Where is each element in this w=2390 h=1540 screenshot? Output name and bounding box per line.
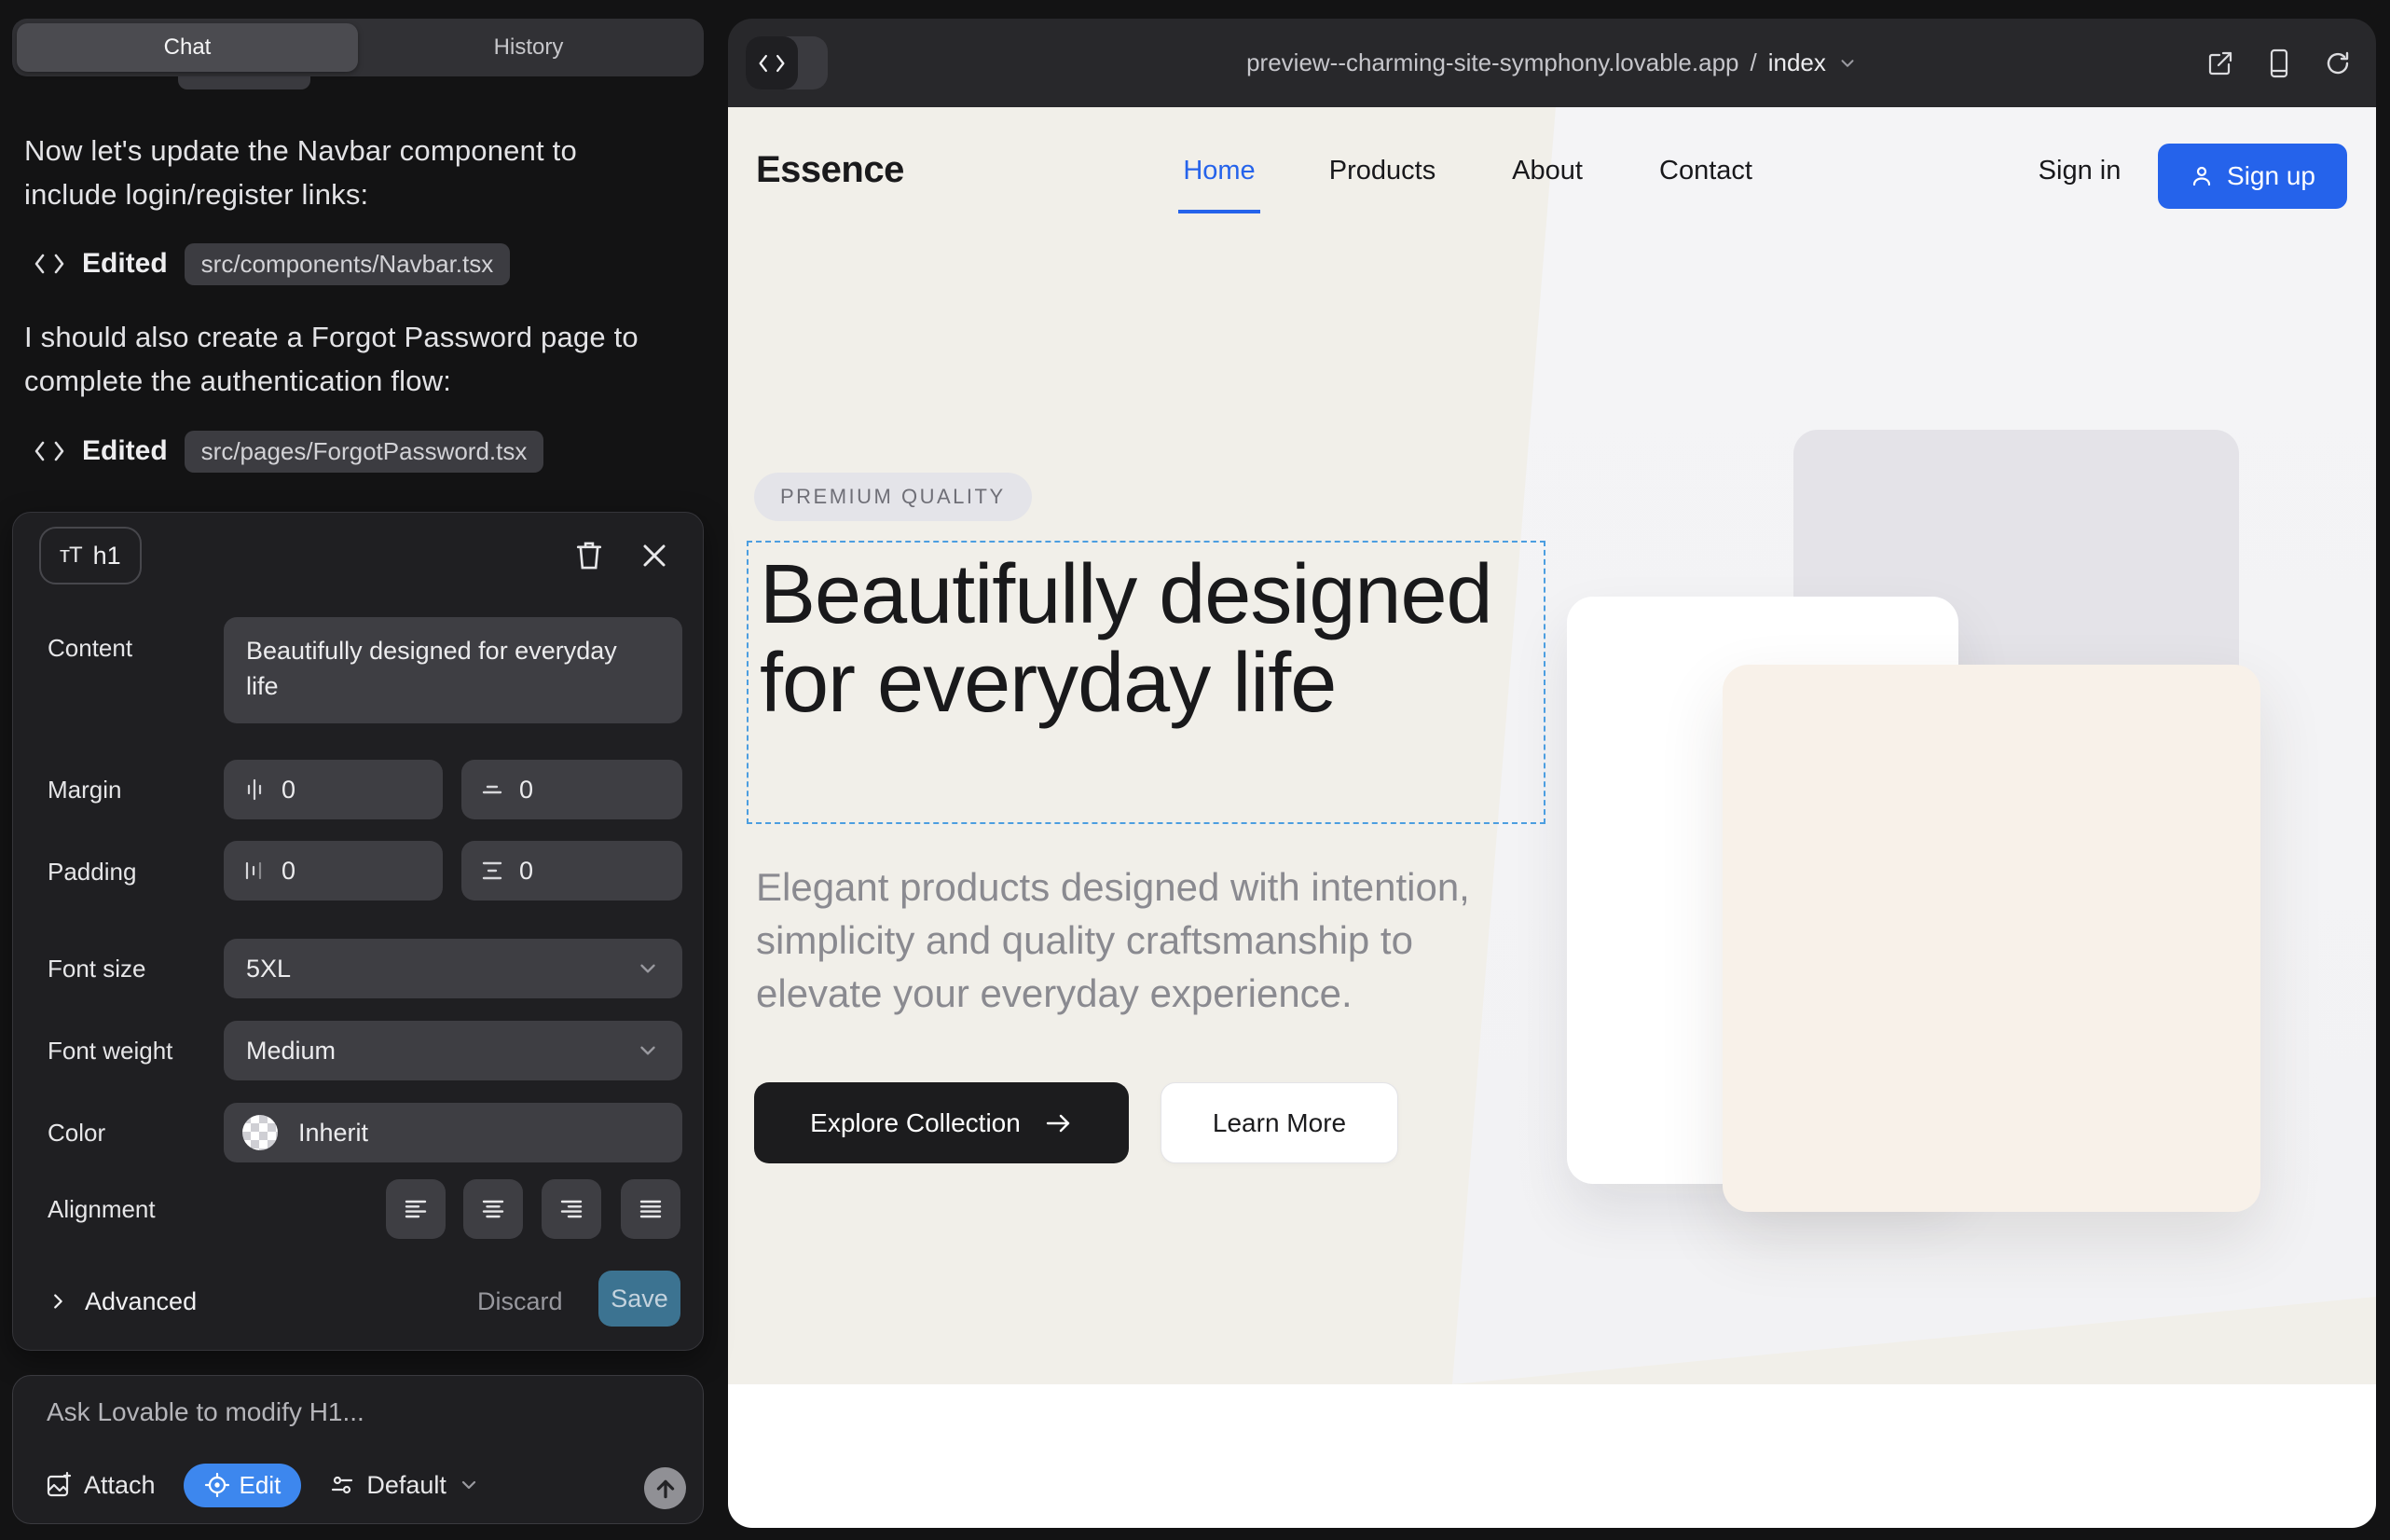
discard-button[interactable]: Discard xyxy=(477,1273,563,1329)
active-nav-underline xyxy=(1178,210,1260,213)
open-external-icon[interactable] xyxy=(2206,49,2234,77)
padding-label: Padding xyxy=(48,858,136,887)
user-icon xyxy=(2190,164,2214,188)
url-breadcrumb[interactable]: preview--charming-site-symphony.lovable.… xyxy=(728,19,2376,107)
code-icon xyxy=(34,440,65,462)
element-tag: h1 xyxy=(93,542,121,571)
sliders-icon xyxy=(329,1472,355,1498)
site-logo[interactable]: Essence xyxy=(756,149,904,191)
edit-mode-button[interactable]: Edit xyxy=(184,1464,302,1507)
refresh-icon[interactable] xyxy=(2324,49,2352,77)
delete-element-button[interactable] xyxy=(570,537,608,574)
margin-label: Margin xyxy=(48,776,121,804)
url-separator: / xyxy=(1751,48,1757,77)
url-host: preview--charming-site-symphony.lovable.… xyxy=(1246,48,1738,77)
margin-vertical-icon xyxy=(480,777,504,802)
explore-collection-button[interactable]: Explore Collection xyxy=(754,1082,1129,1163)
chevron-down-icon xyxy=(636,956,660,981)
margin-y-input[interactable]: 0 xyxy=(461,760,682,819)
color-label: Color xyxy=(48,1119,105,1148)
chevron-down-icon xyxy=(636,1038,660,1063)
align-justify-button[interactable] xyxy=(621,1179,680,1239)
advanced-toggle[interactable]: Advanced xyxy=(48,1273,197,1329)
close-icon[interactable] xyxy=(636,537,673,574)
nav-link-products[interactable]: Products xyxy=(1329,156,1435,186)
preview-browser-window: preview--charming-site-symphony.lovable.… xyxy=(728,19,2376,1528)
nav-link-contact[interactable]: Contact xyxy=(1659,156,1752,186)
tab-history[interactable]: History xyxy=(358,23,699,72)
chat-message: Now let's update the Navbar component to… xyxy=(24,129,677,216)
edited-file-row[interactable]: Edited src/components/Navbar.tsx xyxy=(34,240,510,288)
typography-icon: тT xyxy=(60,543,82,569)
decor-card-beige xyxy=(1723,665,2260,1212)
align-right-button[interactable] xyxy=(542,1179,601,1239)
font-weight-select[interactable]: Medium xyxy=(224,1021,682,1080)
nav-link-about[interactable]: About xyxy=(1512,156,1583,186)
chat-history-tabbar: Chat History xyxy=(12,19,704,76)
edited-file-row[interactable]: Edited src/pages/ForgotPassword.tsx xyxy=(34,427,543,475)
file-chip[interactable]: src/pages/ForgotPassword.tsx xyxy=(185,431,544,473)
font-size-label: Font size xyxy=(48,955,146,983)
hero-heading[interactable]: Beautifully designed for everyday life xyxy=(760,551,1547,728)
edited-label: Edited xyxy=(82,248,168,280)
sign-in-link[interactable]: Sign in xyxy=(2039,156,2122,186)
send-button[interactable] xyxy=(644,1467,686,1509)
element-inspector-panel: тT h1 Content Beautifully designed for e… xyxy=(12,512,704,1351)
align-left-button[interactable] xyxy=(386,1179,446,1239)
padding-x-input[interactable]: 0 xyxy=(224,841,443,901)
padding-y-input[interactable]: 0 xyxy=(461,841,682,901)
site-preview: Essence Home Products About Contact Sign… xyxy=(728,107,2376,1528)
chat-composer: Attach Edit Default xyxy=(12,1375,704,1524)
hero-section: Essence Home Products About Contact Sign… xyxy=(728,107,2376,1384)
mode-select[interactable]: Default xyxy=(329,1471,480,1500)
margin-horizontal-icon xyxy=(242,777,267,802)
tab-chat[interactable]: Chat xyxy=(17,23,358,72)
chevron-right-icon xyxy=(48,1291,68,1312)
mobile-view-icon[interactable] xyxy=(2266,48,2292,78)
align-center-button[interactable] xyxy=(463,1179,523,1239)
nav-link-home[interactable]: Home xyxy=(1183,156,1255,186)
padding-horizontal-icon xyxy=(242,859,267,883)
app-window: Chat History Now let's update the Navbar… xyxy=(0,0,2390,1540)
attach-button[interactable]: Attach xyxy=(45,1471,156,1500)
file-chip[interactable]: src/components/Navbar.tsx xyxy=(185,243,511,285)
code-icon xyxy=(34,253,65,275)
color-swatch xyxy=(242,1115,278,1150)
target-icon xyxy=(204,1472,230,1498)
padding-vertical-icon xyxy=(480,859,504,883)
alignment-label: Alignment xyxy=(48,1195,156,1224)
margin-x-input[interactable]: 0 xyxy=(224,760,443,819)
site-navbar: Essence Home Products About Contact Sign… xyxy=(728,107,2376,247)
chevron-down-icon xyxy=(1837,53,1858,74)
attach-image-icon xyxy=(45,1471,73,1499)
content-input[interactable]: Beautifully designed for everyday life xyxy=(224,617,682,723)
chevron-down-icon xyxy=(458,1474,480,1496)
edited-label: Edited xyxy=(82,435,168,467)
sign-up-button[interactable]: Sign up xyxy=(2158,144,2347,209)
font-size-select[interactable]: 5XL xyxy=(224,939,682,998)
font-weight-label: Font weight xyxy=(48,1037,172,1066)
url-page: index xyxy=(1768,48,1826,77)
hero-badge: PREMIUM QUALITY xyxy=(754,473,1032,521)
arrow-right-icon xyxy=(1045,1112,1073,1134)
selected-element-badge: тT h1 xyxy=(39,527,142,584)
save-button[interactable]: Save xyxy=(598,1271,680,1327)
scrolled-file-chip-fragment xyxy=(178,76,310,89)
content-label: Content xyxy=(48,634,132,663)
color-select[interactable]: Inherit xyxy=(224,1103,682,1162)
composer-input[interactable] xyxy=(45,1396,645,1428)
learn-more-button[interactable]: Learn More xyxy=(1161,1082,1398,1163)
hero-paragraph: Elegant products designed with intention… xyxy=(756,860,1502,1020)
chat-message: I should also create a Forgot Password p… xyxy=(24,315,677,403)
